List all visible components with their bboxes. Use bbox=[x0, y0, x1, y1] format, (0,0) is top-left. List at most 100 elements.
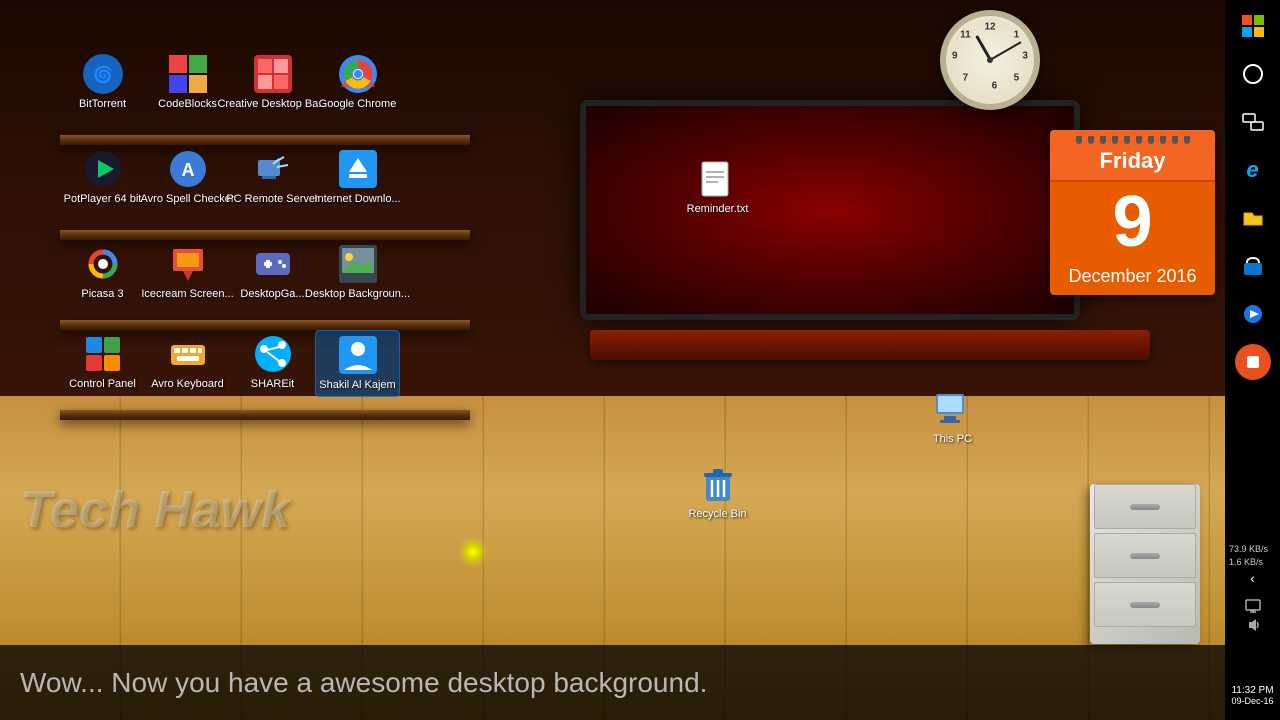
desktop: 🌀 BitTorrent CodeBlocks bbox=[0, 0, 1280, 720]
icon-shakil[interactable]: Shakil Al Kajem bbox=[315, 330, 400, 397]
pc-remote-label: PC Remote Server bbox=[226, 193, 318, 206]
calendar-widget: Friday 9 December 2016 bbox=[1050, 130, 1215, 295]
search-button[interactable] bbox=[1235, 56, 1271, 92]
desktop-games-icon bbox=[253, 244, 293, 284]
recycle-bin-label: Recycle Bin bbox=[688, 508, 746, 521]
desktop-this-pc-area: This PC bbox=[910, 385, 995, 450]
icon-icecream[interactable]: Icecream Screen... bbox=[145, 240, 230, 305]
tray-expand[interactable]: ‹ bbox=[1225, 570, 1280, 586]
reminder-icon bbox=[698, 159, 738, 199]
shelf-board-4 bbox=[60, 410, 470, 420]
svg-text:A: A bbox=[181, 160, 194, 180]
cabinet-drawer-3 bbox=[1094, 582, 1196, 627]
icon-avro-keyboard[interactable]: Avro Keyboard bbox=[145, 330, 230, 397]
caption-bar: Wow... Now you have a awesome desktop ba… bbox=[0, 645, 1280, 720]
icon-potplayer[interactable]: PotPlayer 64 bit bbox=[60, 145, 145, 210]
codeblocks-label: CodeBlocks bbox=[158, 98, 217, 111]
windows-start-button[interactable] bbox=[1235, 8, 1271, 44]
reminder-label: Reminder.txt bbox=[687, 203, 749, 216]
picasa-label: Picasa 3 bbox=[81, 288, 123, 301]
shareit-label: SHAREit bbox=[251, 378, 294, 391]
system-tray-icons bbox=[1225, 595, 1280, 636]
orange-button[interactable] bbox=[1235, 344, 1271, 380]
desktop-games-label: DesktopGa... bbox=[240, 288, 304, 301]
icon-reminder[interactable]: Reminder.txt bbox=[675, 155, 760, 220]
internet-dl-icon bbox=[338, 149, 378, 189]
chrome-icon bbox=[338, 54, 378, 94]
icon-row-4: Control Panel Avro Keyboard bbox=[60, 330, 400, 397]
speaker-icon bbox=[1245, 617, 1261, 633]
svg-text:🌀: 🌀 bbox=[93, 65, 113, 84]
shakil-icon bbox=[338, 335, 378, 375]
icon-desktop-bg[interactable]: Desktop Backgroun... bbox=[315, 240, 400, 305]
clock-minute-hand bbox=[990, 41, 1022, 61]
icon-internet-dl[interactable]: Internet Downlo... bbox=[315, 145, 400, 210]
calendar-month-year: December 2016 bbox=[1050, 262, 1215, 295]
icon-creative-desktop[interactable]: Creative Desktop Ba... bbox=[230, 50, 315, 115]
shelf-board-3 bbox=[60, 320, 470, 330]
desktop-bg-icon bbox=[338, 244, 378, 284]
cabinet-body bbox=[1090, 484, 1200, 644]
potplayer-icon bbox=[83, 149, 123, 189]
icon-control-panel[interactable]: Control Panel bbox=[60, 330, 145, 397]
icon-picasa[interactable]: Picasa 3 bbox=[60, 240, 145, 305]
clock-center bbox=[987, 57, 993, 63]
potplayer-label: PotPlayer 64 bit bbox=[64, 193, 142, 206]
control-panel-icon bbox=[83, 334, 123, 374]
mouse-cursor bbox=[463, 542, 483, 562]
icon-row-3: Picasa 3 Icecream Screen... bbox=[60, 240, 400, 305]
icon-row-2: PotPlayer 64 bit A Avro Spell Checker bbox=[60, 145, 400, 210]
tv-monitor bbox=[580, 100, 1080, 320]
system-time: 11:32 PM bbox=[1227, 685, 1278, 696]
shelf-board-1 bbox=[60, 135, 470, 145]
clock-widget: 12 1 3 5 6 7 9 11 bbox=[940, 10, 1050, 120]
calendar-top: Friday bbox=[1050, 130, 1215, 182]
icon-this-pc[interactable]: This PC bbox=[910, 385, 995, 450]
media-player-button[interactable] bbox=[1235, 296, 1271, 332]
creative-icon bbox=[253, 54, 293, 94]
icecream-label: Icecream Screen... bbox=[141, 288, 233, 301]
desktop-recycle-area: Recycle Bin bbox=[675, 460, 760, 525]
icecream-icon bbox=[168, 244, 208, 284]
icon-google-chrome[interactable]: Google Chrome bbox=[315, 50, 400, 115]
right-panel: e 73.9 KB/s bbox=[1225, 0, 1280, 720]
desktop-bg-label: Desktop Backgroun... bbox=[305, 288, 410, 301]
monitor-icon bbox=[1245, 598, 1261, 614]
network-speed: 73.9 KB/s 1.6 KB/s bbox=[1225, 540, 1280, 571]
filing-cabinet bbox=[1090, 480, 1200, 640]
this-pc-label: This PC bbox=[933, 433, 972, 446]
cabinet-drawer-2 bbox=[1094, 533, 1196, 578]
bittorrent-icon: 🌀 bbox=[83, 54, 123, 94]
edge-button[interactable]: e bbox=[1235, 152, 1271, 188]
icon-pc-remote[interactable]: PC Remote Server bbox=[230, 145, 315, 210]
calendar-date: 9 bbox=[1050, 182, 1215, 262]
pc-remote-icon bbox=[253, 149, 293, 189]
recycle-bin-icon bbox=[698, 464, 738, 504]
clock-face: 12 1 3 5 6 7 9 11 bbox=[940, 10, 1040, 110]
explorer-button[interactable] bbox=[1235, 200, 1271, 236]
chrome-label: Google Chrome bbox=[319, 98, 397, 111]
store-button[interactable] bbox=[1235, 248, 1271, 284]
net-speed-up: 1.6 KB/s bbox=[1229, 556, 1276, 569]
calendar-day: Friday bbox=[1050, 146, 1215, 176]
tv-frame bbox=[580, 100, 1080, 320]
avro-spell-icon: A bbox=[168, 149, 208, 189]
icon-avro-spell[interactable]: A Avro Spell Checker bbox=[145, 145, 230, 210]
task-view-button[interactable] bbox=[1235, 104, 1271, 140]
this-pc-icon bbox=[933, 389, 973, 429]
caption-text: Wow... Now you have a awesome desktop ba… bbox=[20, 667, 707, 699]
system-date: 09-Dec-16 bbox=[1227, 696, 1278, 706]
bittorrent-label: BitTorrent bbox=[79, 98, 126, 111]
net-speed-down: 73.9 KB/s bbox=[1229, 543, 1276, 556]
icon-shareit[interactable]: SHAREit bbox=[230, 330, 315, 397]
desktop-reminder-area: Reminder.txt bbox=[675, 155, 760, 220]
icon-row-1: 🌀 BitTorrent CodeBlocks bbox=[60, 50, 400, 115]
icon-desktop-games[interactable]: DesktopGa... bbox=[230, 240, 315, 305]
control-panel-label: Control Panel bbox=[69, 378, 136, 391]
shakil-label: Shakil Al Kajem bbox=[319, 379, 395, 392]
icon-recycle-bin[interactable]: Recycle Bin bbox=[675, 460, 760, 525]
avro-keyboard-icon bbox=[168, 334, 208, 374]
codeblocks-icon bbox=[168, 54, 208, 94]
avro-keyboard-label: Avro Keyboard bbox=[151, 378, 224, 391]
icon-bittorrent[interactable]: 🌀 BitTorrent bbox=[60, 50, 145, 115]
